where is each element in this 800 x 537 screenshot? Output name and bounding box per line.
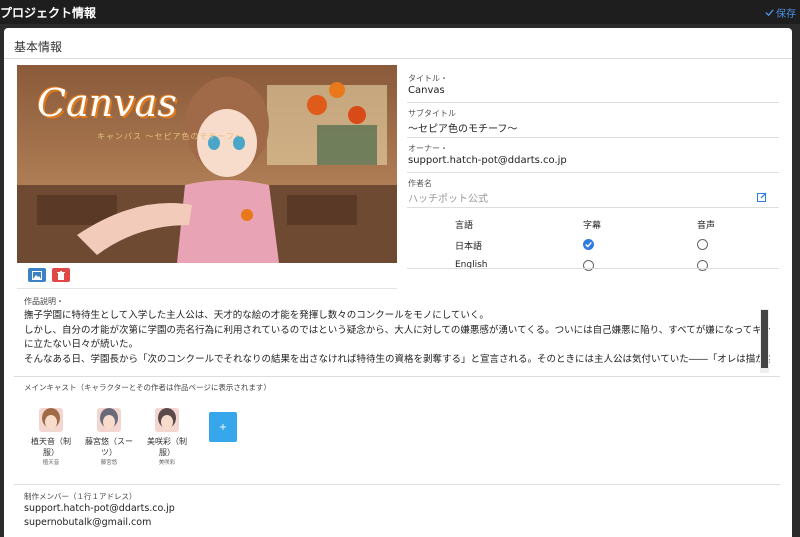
owner-label: オーナー・ xyxy=(408,144,448,153)
divider xyxy=(14,376,780,377)
hero-logo-sub: キャンバス ～セピア色のモチーフ～ xyxy=(97,132,245,141)
author-label: 作者名 xyxy=(408,179,432,188)
top-bar: プロジェクト情報 保存 xyxy=(0,0,800,24)
cast-item[interactable]: 藤宮悠（スーツ） 藤宮悠 xyxy=(84,408,134,466)
subtitle-unchecked[interactable] xyxy=(583,260,594,271)
hero-logo: Canvas xyxy=(37,81,177,125)
audio-checkbox[interactable] xyxy=(697,239,708,250)
owner-value[interactable]: support.hatch-pot@ddarts.co.jp xyxy=(408,155,567,166)
subtitle-checkbox[interactable] xyxy=(583,260,594,271)
add-cast-button[interactable]: + xyxy=(209,412,237,442)
cast-avatar xyxy=(155,408,179,432)
trash-icon xyxy=(57,270,65,280)
cast-name: 植天音（制服） xyxy=(31,437,71,457)
title-value[interactable]: Canvas xyxy=(408,85,445,96)
description-label: 作品説明・ xyxy=(24,297,64,306)
divider xyxy=(407,268,779,269)
audio-checkbox[interactable] xyxy=(697,260,708,271)
title-field[interactable]: タイトル・ Canvas xyxy=(407,68,779,103)
divider xyxy=(4,58,792,59)
page-title: プロジェクト情報 xyxy=(0,6,97,20)
cast-name: 藤宮悠（スーツ） xyxy=(85,437,133,457)
divider xyxy=(17,288,397,289)
delete-image-button[interactable] xyxy=(52,268,70,282)
header-subtitle: 字幕 xyxy=(583,221,602,231)
edit-icon xyxy=(757,192,767,202)
description-line: 撫子学園に特待生として入学した主人公は、天才的な絵の才能を発揮し数々のコンクール… xyxy=(24,310,489,321)
audio-unchecked[interactable] xyxy=(697,239,708,250)
section-title: 基本情報 xyxy=(14,40,63,54)
cast-author: 藤宮悠 xyxy=(100,460,118,466)
description-line: そんなある日、学園長から「次のコンクールでそれなりの結果を出さなければ特待生の資… xyxy=(24,353,770,365)
project-panel: 基本情報 Canvas キャンバス ～セピア色のモチーフ～ タイトル・ Canv… xyxy=(4,28,792,537)
header-audio: 音声 xyxy=(697,221,716,231)
members-label: 制作メンバー（１行１アドレス） xyxy=(24,492,137,501)
cast-avatar xyxy=(39,408,63,432)
image-icon xyxy=(32,270,42,280)
cast-author: 植天音 xyxy=(42,460,60,466)
owner-field[interactable]: オーナー・ support.hatch-pot@ddarts.co.jp xyxy=(407,138,779,173)
author-field[interactable]: 作者名 ハッチポット公式 xyxy=(407,173,779,208)
description-scrollbar[interactable] xyxy=(760,309,769,373)
key-visual-image: Canvas キャンバス ～セピア色のモチーフ～ xyxy=(17,65,397,263)
subtitle-checked[interactable] xyxy=(583,239,594,250)
scrollbar-thumb[interactable] xyxy=(761,310,768,368)
language-name: 日本語 xyxy=(455,242,483,252)
cast-item[interactable]: 植天音（制服） 植天音 xyxy=(26,408,76,466)
cast-author: 美咲彩 xyxy=(158,460,176,466)
language-row: English xyxy=(407,256,779,277)
author-value[interactable]: ハッチポット公式 xyxy=(408,190,488,205)
edit-author-button[interactable] xyxy=(757,187,767,206)
audio-unchecked[interactable] xyxy=(697,260,708,271)
check-icon xyxy=(585,241,592,248)
language-row: 日本語 xyxy=(407,235,779,256)
cast-item[interactable]: 美咲彩（制服） 美咲彩 xyxy=(142,408,192,466)
description-line: に立たない日々が続いた。 xyxy=(24,339,139,350)
save-button[interactable]: 保存 xyxy=(765,5,796,20)
subtitle-value[interactable]: ～セピア色のモチーフ～ xyxy=(408,120,517,135)
divider xyxy=(14,484,780,485)
language-header-row: 言語 字幕 音声 xyxy=(407,214,779,235)
description-textarea[interactable]: 撫子学園に特待生として入学した主人公は、天才的な絵の才能を発揮し数々のコンクール… xyxy=(24,309,770,371)
member-email[interactable]: support.hatch-pot@ddarts.co.jp xyxy=(24,503,175,514)
description-line: しかし、自分の才能が次第に学園の売名行為に利用されているのではという疑念から、大… xyxy=(24,324,770,336)
project-fields: タイトル・ Canvas サブタイトル ～セピア色のモチーフ～ オーナー・ su… xyxy=(407,68,779,208)
cast-label: メインキャスト（キャラクターとその作者は作品ページに表示されます） xyxy=(24,383,271,392)
member-email[interactable]: supernobutalk@gmail.com xyxy=(24,517,151,528)
title-label: タイトル・ xyxy=(408,74,448,83)
change-image-button[interactable] xyxy=(28,268,46,282)
cast-avatar xyxy=(97,408,121,432)
subtitle-field[interactable]: サブタイトル ～セピア色のモチーフ～ xyxy=(407,103,779,138)
check-icon xyxy=(765,9,774,17)
subtitle-label: サブタイトル xyxy=(408,109,456,118)
subtitle-checkbox[interactable] xyxy=(583,239,594,250)
cast-name: 美咲彩（制服） xyxy=(147,437,187,457)
save-label: 保存 xyxy=(776,9,796,20)
header-language: 言語 xyxy=(455,221,474,231)
